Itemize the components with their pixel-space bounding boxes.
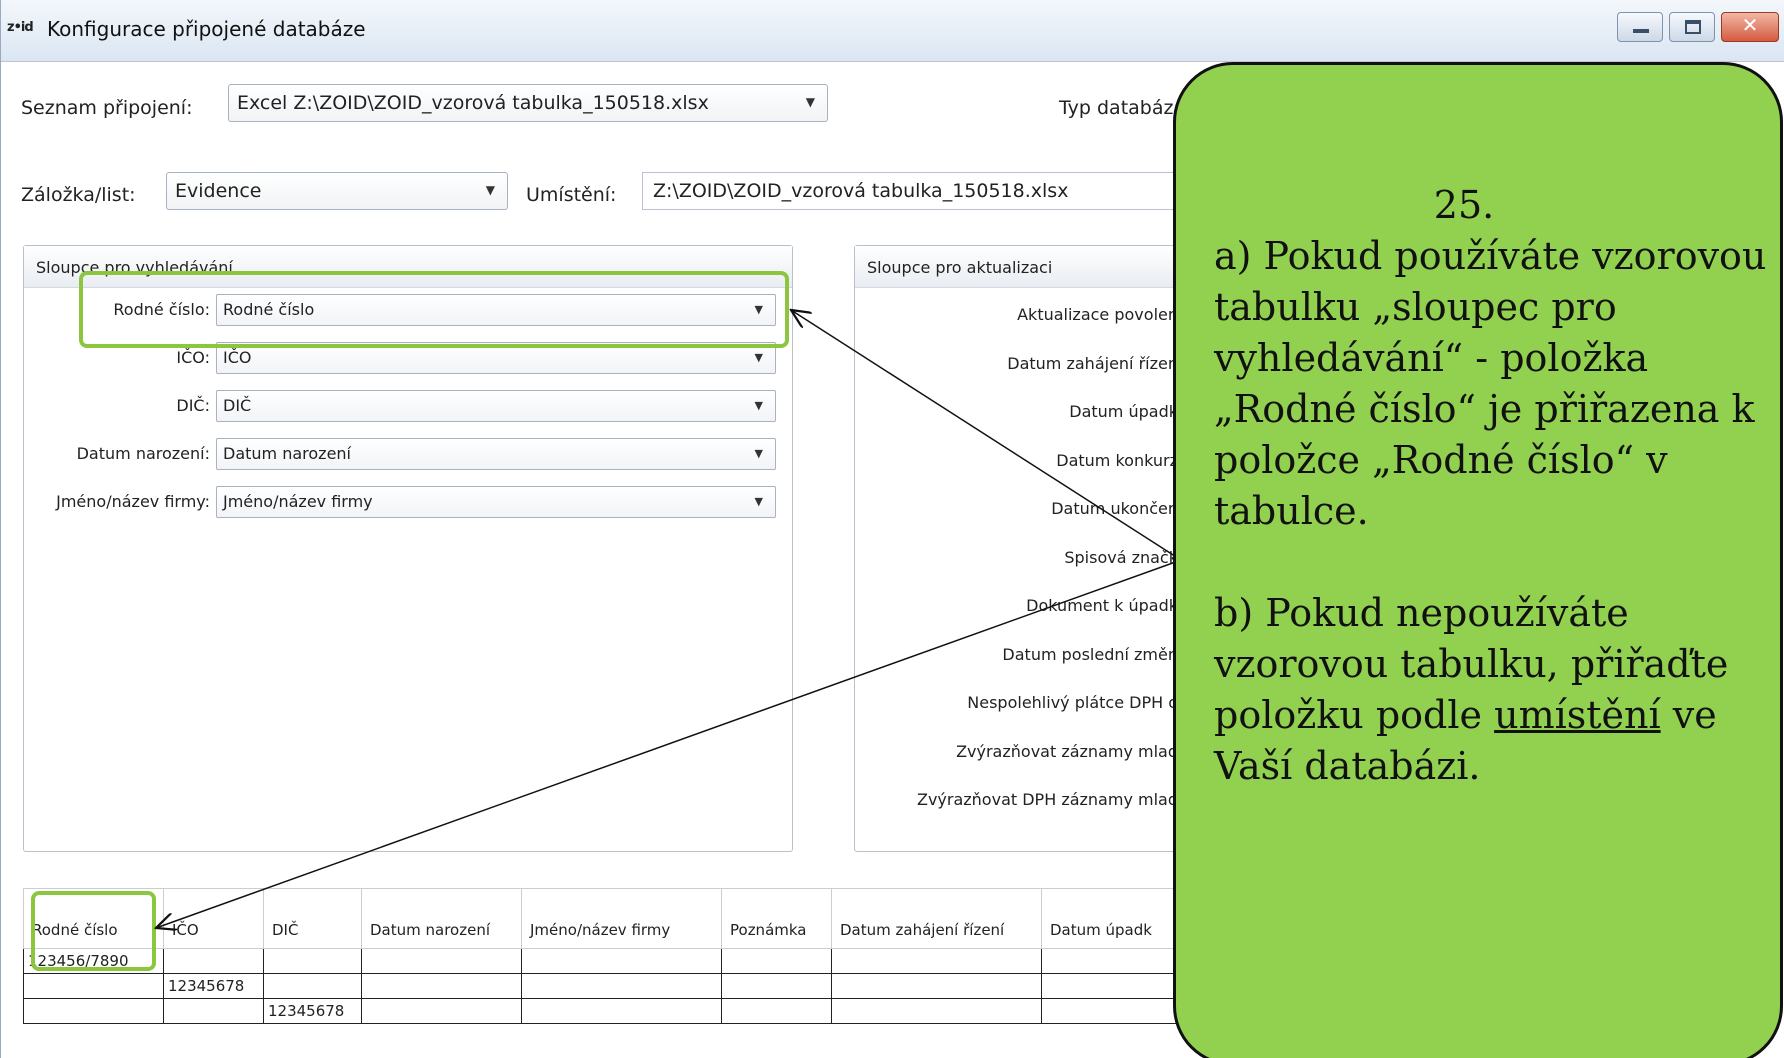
callout-number: 25.: [1433, 183, 1495, 227]
arrow-to-search-field: [791, 310, 1182, 561]
callout-part-a: a) Pokud používáte vzorovou tabulku „slo…: [1214, 234, 1767, 533]
arrow-to-grid-column: [156, 559, 1182, 928]
callout-text: 25. a) Pokud používáte vzorovou tabulku …: [1214, 180, 1774, 792]
callout-part-b: b) Pokud nepoužíváte vzorovou tabulku, p…: [1214, 588, 1774, 792]
callout-part-b-underlined: umístění: [1494, 693, 1661, 737]
config-window: z•id Konfigurace připojené databáze ✕ Se…: [0, 0, 1784, 1058]
